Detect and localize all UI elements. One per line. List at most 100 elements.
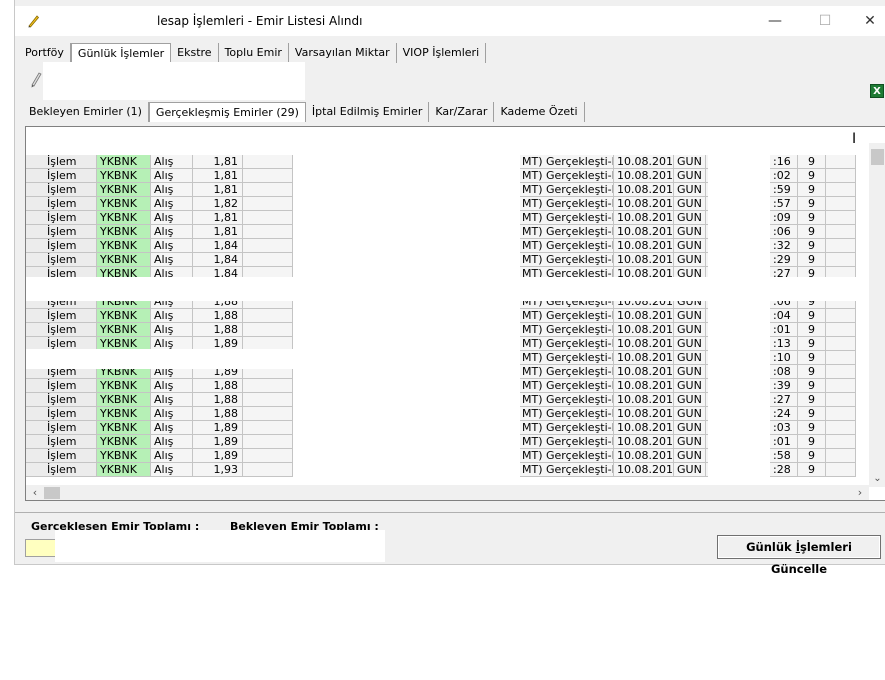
cell-status: MT) Gerçekleşti-DO bbox=[520, 421, 614, 435]
main-tab-bar: Portföy Günlük İşlemler Ekstre Toplu Emi… bbox=[19, 43, 487, 63]
cell-quantity: 9 bbox=[798, 463, 826, 477]
app-window: lesap İşlemleri - Emir Listesi Alındı — … bbox=[14, 0, 885, 576]
cell-validity: GUN bbox=[674, 435, 706, 449]
cell-status: MT) Gerçekleşti-DO bbox=[520, 225, 614, 239]
scroll-thumb[interactable] bbox=[44, 487, 60, 499]
pencil-icon[interactable] bbox=[29, 69, 43, 89]
cell-islem: İşlem bbox=[26, 435, 97, 449]
cell-validity: GUN bbox=[674, 197, 706, 211]
cell-status: MT) Gerçekleşti-DO bbox=[520, 309, 614, 323]
chevron-left-icon[interactable]: ‹ bbox=[28, 485, 42, 500]
tab-portfoy[interactable]: Portföy bbox=[19, 43, 71, 63]
cell-validity: GUN bbox=[674, 225, 706, 239]
horizontal-scrollbar[interactable]: ‹ › bbox=[26, 485, 869, 500]
cell-quantity: 9 bbox=[798, 435, 826, 449]
cell-side: Alış bbox=[151, 211, 193, 225]
cell-validity: GUN bbox=[674, 449, 706, 463]
redacted-area bbox=[26, 277, 885, 301]
cell-price: 1,89 bbox=[193, 435, 243, 449]
cell-price: 1,88 bbox=[193, 379, 243, 393]
cell-status: MT) Gerçekleşti-DO bbox=[520, 365, 614, 379]
cell-empty bbox=[243, 169, 293, 183]
cell-symbol: YKBNK bbox=[97, 421, 151, 435]
cell-islem: İşlem bbox=[26, 183, 97, 197]
cell-quantity: 9 bbox=[798, 155, 826, 169]
cell-validity: GUN bbox=[674, 421, 706, 435]
cell-empty bbox=[826, 169, 856, 183]
tab-kademe-ozeti[interactable]: Kademe Özeti bbox=[494, 102, 585, 122]
close-button[interactable]: ✕ bbox=[855, 10, 885, 32]
cell-validity: GUN bbox=[674, 323, 706, 337]
cell-price: 1,81 bbox=[193, 183, 243, 197]
cell-side: Alış bbox=[151, 169, 193, 183]
redacted-area bbox=[26, 349, 326, 369]
cell-empty bbox=[243, 435, 293, 449]
tab-kar-zarar[interactable]: Kar/Zarar bbox=[429, 102, 495, 122]
tab-gunluk-islemler[interactable]: Günlük İşlemler bbox=[70, 43, 172, 63]
cell-quantity: 9 bbox=[798, 239, 826, 253]
cell-price: 1,88 bbox=[193, 393, 243, 407]
cell-price: 1,88 bbox=[193, 323, 243, 337]
cell-side: Alış bbox=[151, 421, 193, 435]
cell-side: Alış bbox=[151, 435, 193, 449]
cell-empty bbox=[826, 225, 856, 239]
cell-empty bbox=[826, 211, 856, 225]
cell-quantity: 9 bbox=[798, 421, 826, 435]
scroll-thumb[interactable] bbox=[871, 149, 884, 165]
cell-status: MT) Gerçekleşti-DO bbox=[520, 407, 614, 421]
vertical-scrollbar[interactable]: ⌄ bbox=[869, 143, 885, 487]
cell-time: :09 bbox=[770, 211, 798, 225]
cell-status: MT) Gerçekleşti-DO bbox=[520, 183, 614, 197]
cell-symbol: YKBNK bbox=[97, 379, 151, 393]
cell-date: 10.08.201 bbox=[614, 351, 674, 365]
cell-side: Alış bbox=[151, 463, 193, 477]
update-daily-transactions-button[interactable]: Günlük İşlemleri Güncelle bbox=[717, 535, 881, 576]
cell-quantity: 9 bbox=[798, 169, 826, 183]
minimize-button[interactable]: — bbox=[760, 10, 790, 32]
cell-price: 1,81 bbox=[193, 169, 243, 183]
cell-time: :02 bbox=[770, 169, 798, 183]
tab-gerceklesmis-emirler[interactable]: Gerçekleşmiş Emirler (29) bbox=[148, 102, 306, 122]
cell-status: MT) Gerçekleşti-DO bbox=[520, 435, 614, 449]
cell-side: Alış bbox=[151, 309, 193, 323]
cell-quantity: 9 bbox=[798, 379, 826, 393]
tab-iptal-edilmis-emirler[interactable]: İptal Edilmiş Emirler bbox=[306, 102, 430, 122]
cell-validity: GUN bbox=[674, 309, 706, 323]
cell-quantity: 9 bbox=[798, 365, 826, 379]
maximize-button[interactable]: ☐ bbox=[810, 10, 840, 32]
cell-islem: İşlem bbox=[26, 211, 97, 225]
cell-symbol: YKBNK bbox=[97, 211, 151, 225]
cell-empty bbox=[826, 379, 856, 393]
cell-date: 10.08.201 bbox=[614, 337, 674, 351]
cell-islem: İşlem bbox=[26, 463, 97, 477]
cell-side: Alış bbox=[151, 183, 193, 197]
cell-islem: İşlem bbox=[26, 225, 97, 239]
cell-date: 10.08.201 bbox=[614, 393, 674, 407]
cell-price: 1,81 bbox=[193, 225, 243, 239]
cell-date: 10.08.201 bbox=[614, 449, 674, 463]
cell-date: 10.08.201 bbox=[614, 253, 674, 267]
cell-status: MT) Gerçekleşti-DO bbox=[520, 323, 614, 337]
cell-empty bbox=[826, 393, 856, 407]
tab-bekleyen-emirler[interactable]: Bekleyen Emirler (1) bbox=[23, 102, 149, 122]
chevron-down-icon[interactable]: ⌄ bbox=[869, 471, 885, 487]
tab-ekstre[interactable]: Ekstre bbox=[171, 43, 219, 63]
redacted-area bbox=[55, 530, 385, 562]
cell-validity: GUN bbox=[674, 393, 706, 407]
cell-time: :59 bbox=[770, 183, 798, 197]
cell-date: 10.08.201 bbox=[614, 197, 674, 211]
cell-empty bbox=[826, 253, 856, 267]
cell-islem: İşlem bbox=[26, 309, 97, 323]
cell-symbol: YKBNK bbox=[97, 435, 151, 449]
cell-status: MT) Gerçekleşti-DO bbox=[520, 197, 614, 211]
chevron-right-icon[interactable]: › bbox=[853, 485, 867, 500]
cell-quantity: 9 bbox=[798, 211, 826, 225]
cell-quantity: 9 bbox=[798, 309, 826, 323]
tab-viop-islemleri[interactable]: VIOP İşlemleri bbox=[397, 43, 487, 63]
excel-icon[interactable]: X bbox=[870, 84, 884, 98]
cell-islem: İşlem bbox=[26, 253, 97, 267]
cell-side: Alış bbox=[151, 379, 193, 393]
tab-varsayilan-miktar[interactable]: Varsayılan Miktar bbox=[289, 43, 397, 63]
cell-validity: GUN bbox=[674, 169, 706, 183]
tab-toplu-emir[interactable]: Toplu Emir bbox=[219, 43, 289, 63]
